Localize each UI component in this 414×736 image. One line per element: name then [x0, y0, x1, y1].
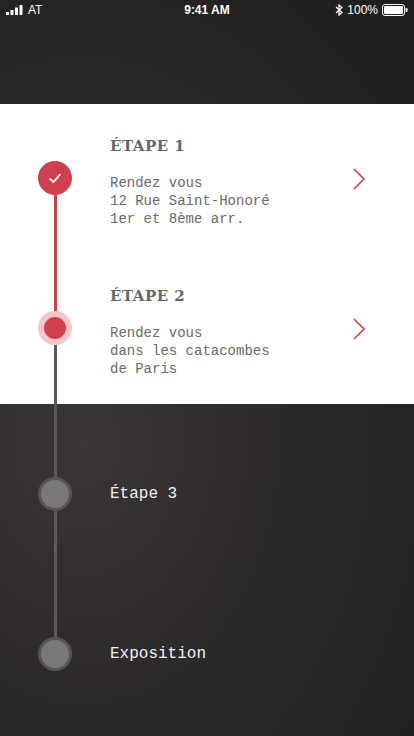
chevron-right-icon [352, 167, 366, 191]
description-line: Rendez vous [110, 324, 334, 342]
step-content: ÉTAPE 1 Rendez vous12 Rue Saint-Honoré1er… [110, 104, 334, 254]
connector-line [54, 404, 57, 477]
step-list-dark: Étape 3 Exposition [0, 404, 414, 724]
connector-line [54, 254, 57, 311]
connector-line [54, 564, 57, 637]
step-panel: ÉTAPE 1Rendez vous12 Rue Saint-Honoré1er… [0, 104, 414, 404]
step-title: Exposition [110, 642, 334, 666]
description-line: dans les catacombes [110, 342, 334, 360]
timeline-rail [0, 564, 110, 724]
step-title: Étape 3 [110, 482, 334, 506]
carrier: AT [28, 1, 42, 19]
step-content: Étape 3 [110, 404, 334, 564]
signal-icon [6, 5, 24, 15]
step-content: ÉTAPE 2 Rendez vousdans les catacombesde … [110, 254, 334, 404]
step-description: Rendez vous12 Rue Saint-Honoré1er et 8èm… [110, 174, 334, 228]
step-title: ÉTAPE 2 [110, 286, 334, 306]
connector-line [54, 195, 57, 254]
connector-line [54, 104, 57, 161]
open-step-button[interactable] [334, 254, 384, 404]
spacer [334, 404, 384, 564]
connector-line [54, 345, 57, 404]
step-title: ÉTAPE 1 [110, 136, 334, 156]
description-line: Rendez vous [110, 174, 334, 192]
check-icon [48, 172, 62, 184]
timeline-rail [0, 104, 110, 254]
timeline-step[interactable]: Exposition [0, 564, 414, 724]
timeline-rail [0, 404, 110, 564]
step-content: Exposition [110, 564, 334, 724]
chevron-right-icon [352, 317, 366, 341]
clock: 9:41 AM [184, 1, 230, 19]
spacer [334, 564, 384, 724]
description-line: 1er et 8ème arr. [110, 210, 334, 228]
step-marker [38, 637, 72, 671]
bluetooth-icon [335, 4, 343, 16]
step-description: Rendez vousdans les catacombesde Paris [110, 324, 334, 378]
connector-line [54, 671, 57, 724]
battery-icon [382, 4, 408, 16]
step-marker [38, 477, 72, 511]
description-line: de Paris [110, 360, 334, 378]
description-line: 12 Rue Saint-Honoré [110, 192, 334, 210]
header: AT 9:41 AM 100% [0, 0, 414, 104]
step-marker [38, 311, 72, 345]
connector-line [54, 511, 57, 564]
timeline-rail [0, 254, 110, 404]
battery-level: 100% [347, 1, 378, 19]
timeline-step[interactable]: Étape 3 [0, 404, 414, 564]
status-right: 100% [278, 1, 408, 19]
step-marker [38, 161, 72, 195]
timeline-step[interactable]: ÉTAPE 2 Rendez vousdans les catacombesde … [0, 254, 414, 404]
status-left: AT [6, 1, 136, 19]
timeline-step[interactable]: ÉTAPE 1 Rendez vous12 Rue Saint-Honoré1er… [0, 104, 414, 254]
open-step-button[interactable] [334, 104, 384, 254]
status-bar: AT 9:41 AM 100% [0, 0, 414, 20]
